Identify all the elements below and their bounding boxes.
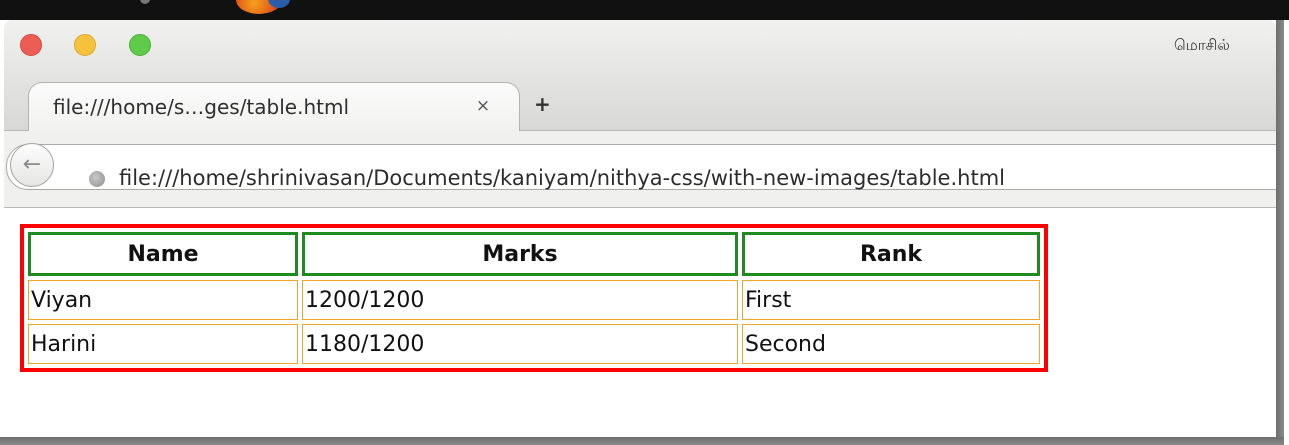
cell-name: Viyan [28,280,298,320]
url-bar[interactable]: file:///home/shrinivasan/Documents/kaniy… [6,144,1276,190]
marks-table: Name Marks Rank Viyan 1200/1200 First Ha… [20,224,1048,372]
cell-rank: Second [742,324,1040,364]
tab-active[interactable]: file:///home/s…ges/table.html × [28,82,520,132]
table-row: Harini 1180/1200 Second [28,324,1040,364]
url-text[interactable]: file:///home/shrinivasan/Documents/kaniy… [119,166,1005,190]
table-row: Viyan 1200/1200 First [28,280,1040,320]
cell-rank: First [742,280,1040,320]
globe-icon [89,171,105,187]
browser-window: மொசில் file:///home/s…ges/table.html × +… [4,20,1276,437]
screenshot: மொசில் file:///home/s…ges/table.html × +… [0,0,1289,445]
back-button[interactable]: ← [10,143,54,187]
window-shadow-right [1276,20,1284,445]
cell-marks: 1180/1200 [302,324,738,364]
tab-strip: file:///home/s…ges/table.html × + [4,78,1276,132]
window-close-icon[interactable] [20,34,42,56]
back-arrow-icon: ← [22,152,42,177]
desktop-top-strip [0,0,1289,20]
title-bar: மொசில் [4,20,1276,78]
cell-marks: 1200/1200 [302,280,738,320]
window-title: மொசில் [1174,36,1230,54]
tab-title: file:///home/s…ges/table.html [53,95,349,119]
new-tab-icon[interactable]: + [534,94,551,114]
header-rank: Rank [742,232,1040,276]
navigation-toolbar: file:///home/shrinivasan/Documents/kaniy… [4,131,1276,208]
tab-close-icon[interactable]: × [473,96,493,116]
cell-name: Harini [28,324,298,364]
desktop-launcher-icon [140,0,150,4]
header-name: Name [28,232,298,276]
window-minimize-icon[interactable] [74,34,96,56]
window-maximize-icon[interactable] [129,34,151,56]
window-shadow-bottom [0,437,1284,445]
page-content: Name Marks Rank Viyan 1200/1200 First Ha… [4,208,1276,437]
table-header-row: Name Marks Rank [28,232,1040,276]
header-marks: Marks [302,232,738,276]
